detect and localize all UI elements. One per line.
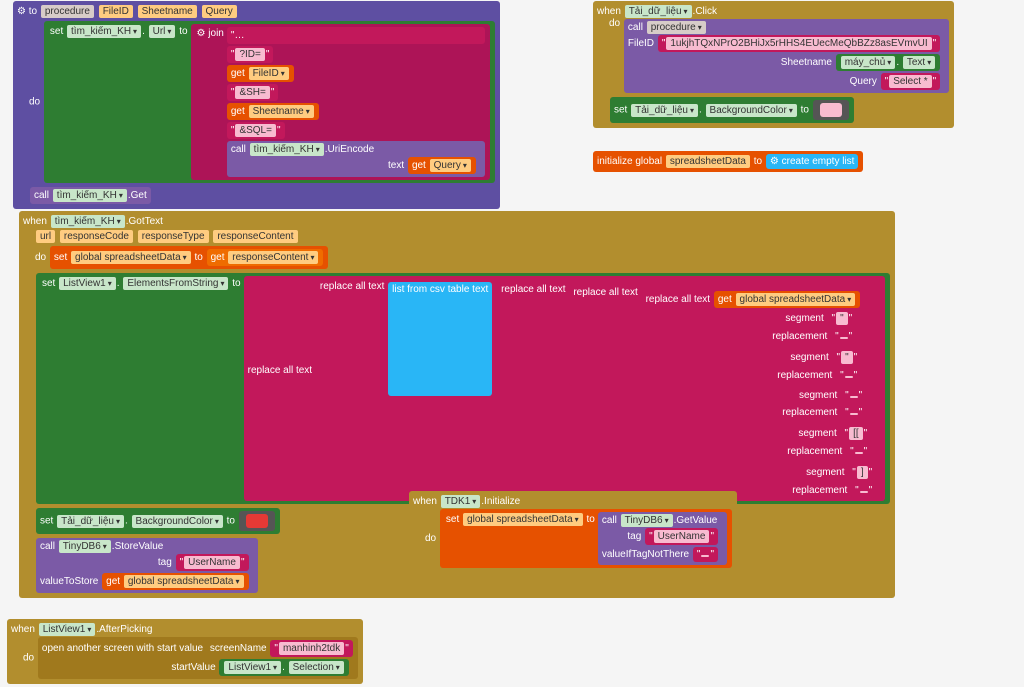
get-gsd2[interactable]: get global spreadsheetData — [102, 573, 248, 590]
param-url: url — [36, 230, 55, 243]
get-gsd[interactable]: get global spreadsheetData — [714, 291, 860, 308]
sql-lit[interactable]: &SQL= — [235, 124, 276, 137]
tag-val[interactable]: UserName — [184, 556, 240, 569]
set-kw: set — [50, 26, 63, 37]
get-sheetname[interactable]: get Sheetname — [227, 103, 319, 120]
set-efs[interactable]: set ListView1. ElementsFromString to rep… — [36, 273, 890, 504]
do-kw: do — [29, 97, 40, 108]
fileid-lbl: FileID — [628, 38, 654, 49]
color-swatch-pink[interactable] — [820, 103, 842, 117]
replace-1[interactable]: replace all text replace all text list f… — [244, 276, 886, 501]
get-query[interactable]: get Query — [408, 157, 476, 174]
replace-2[interactable]: replace all text list from csv table tex… — [316, 279, 880, 462]
when-kw: when — [597, 6, 621, 17]
join-block[interactable]: ⚙ join "https://script.google.com/macros… — [191, 24, 490, 180]
param-resptype: responseType — [138, 230, 209, 243]
url-val[interactable]: https://script.google.com/macros/s/AKfyc… — [235, 29, 482, 42]
param-respcode: responseCode — [60, 230, 133, 243]
sh-lit[interactable]: &SH= — [235, 86, 269, 99]
init-var-block[interactable]: initialize global spreadsheetData to ⚙ c… — [592, 150, 864, 173]
arg-fileid[interactable]: FileID — [99, 5, 133, 18]
gear-icon: ⚙ — [17, 6, 26, 17]
sheetname-lbl: Sheetname — [781, 57, 832, 68]
comp-dd[interactable]: Tải_dữ_liệu — [625, 5, 692, 18]
sheetname-val[interactable]: máy_chủ. Text — [836, 54, 941, 71]
param-respcontent: responseContent — [213, 230, 297, 243]
proc-name[interactable]: procedure — [41, 5, 94, 18]
call-storevalue[interactable]: call TinyDB6.StoreValue tag "UserName" v… — [36, 538, 258, 593]
set-url[interactable]: set tìm_kiếm_KH. Url to ⚙ join "https://… — [44, 21, 495, 183]
uriencode-call[interactable]: call tìm_kiếm_KH.UriEncode text get Quer… — [227, 141, 485, 177]
set-gsd-init[interactable]: set global spreadsheetData to call TinyD… — [440, 509, 732, 568]
comp-dd[interactable]: TDK1 — [441, 495, 481, 508]
fileid-val[interactable]: 1ukjhTQxNPrO2BHiJx5rHHS4EUecMeQbBZz8asEV… — [666, 37, 931, 50]
screen-name[interactable]: manhinh2tdk — [279, 642, 344, 655]
replace-5[interactable]: replace all text get global spreadsheetD… — [642, 288, 866, 347]
set-gsd[interactable]: set global spreadsheetData to get respon… — [50, 246, 329, 269]
text-lbl: text — [388, 160, 404, 171]
query-val[interactable]: Select * — [889, 75, 931, 88]
start-value[interactable]: ListView1. Selection — [219, 659, 348, 676]
afterpicking-block[interactable]: when ListView1.AfterPicking do open anot… — [6, 618, 364, 685]
var-name[interactable]: spreadsheetData — [666, 155, 750, 168]
call-get[interactable]: call tìm_kiếm_KH.Get — [30, 187, 151, 204]
get-fileid[interactable]: get FileID — [227, 65, 294, 82]
proc-block[interactable]: ⚙ to procedure FileID Sheetname Query do… — [12, 0, 501, 210]
call-proc[interactable]: call procedure FileID "1ukjhTQxNPrO2BHiJ… — [624, 19, 949, 93]
color-swatch-red[interactable] — [246, 514, 268, 528]
set-bgcolor[interactable]: set Tải_dữ_liệu. BackgroundColor to — [610, 97, 854, 123]
arg-query[interactable]: Query — [202, 5, 237, 18]
tdk-init-block[interactable]: when TDK1.Initialize do set global sprea… — [408, 490, 738, 574]
gear-icon: ⚙ — [197, 28, 206, 39]
do-kw: do — [609, 18, 620, 29]
event-lbl: .Click — [693, 6, 717, 17]
to2-kw: to — [179, 26, 187, 37]
id-lit[interactable]: ?ID= — [235, 48, 264, 61]
when-click-block[interactable]: when Tải_dữ_liệu.Click do call procedure… — [592, 0, 955, 129]
call-getvalue[interactable]: call TinyDB6.GetValue tag "UserName" val… — [598, 512, 727, 565]
prop-dd[interactable]: Url — [149, 25, 176, 38]
create-list[interactable]: ⚙ create empty list — [766, 154, 859, 169]
set-bgcolor2[interactable]: set Tải_dữ_liệu. BackgroundColor to — [36, 508, 280, 534]
replace-3[interactable]: replace all text replace all text replac… — [497, 282, 875, 423]
open-screen[interactable]: open another screen with start value scr… — [38, 637, 358, 679]
comp-dd[interactable]: tìm_kiếm_KH — [67, 25, 141, 38]
comp-dd[interactable]: ListView1 — [39, 623, 96, 636]
arg-sheetname[interactable]: Sheetname — [138, 5, 197, 18]
join-kw: join — [208, 28, 224, 39]
list-from-csv[interactable]: list from csv table text — [388, 282, 492, 396]
query-lbl: Query — [850, 76, 877, 87]
to-kw: to — [29, 6, 37, 17]
replace-4[interactable]: replace all text replace all text get gl… — [569, 285, 870, 386]
comp-dd[interactable]: tìm_kiếm_KH — [51, 215, 125, 228]
